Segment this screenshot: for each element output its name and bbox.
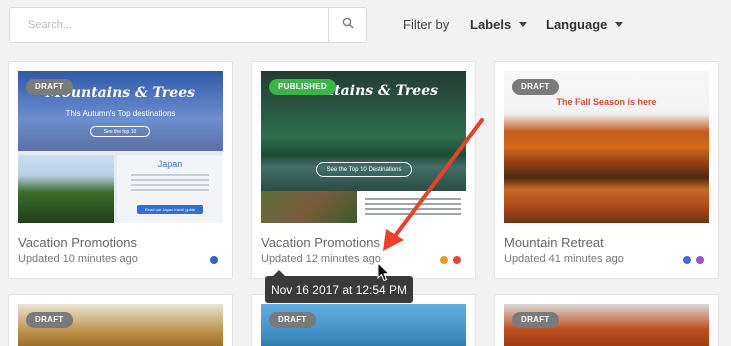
template-card[interactable]: DRAFT xyxy=(8,294,233,346)
chevron-down-icon xyxy=(615,22,624,27)
search-button[interactable] xyxy=(328,8,366,42)
chevron-down-icon xyxy=(519,22,528,27)
tooltip-text: Nov 16 2017 at 12:54 PM xyxy=(270,282,408,297)
label-dots xyxy=(210,256,218,264)
thumbnail-subheading: This Autumn's Top destinations xyxy=(65,109,176,118)
mouse-cursor-icon xyxy=(377,262,391,282)
cabin-image xyxy=(261,191,357,223)
language-dropdown-label: Language xyxy=(546,17,608,32)
card-updated: Updated 10 minutes ago xyxy=(18,253,138,265)
label-dot xyxy=(440,256,448,264)
template-thumbnail: DRAFT xyxy=(261,304,466,346)
japan-heading: Japan xyxy=(157,159,183,169)
template-card[interactable]: DRAFT The Fall Season is here Mountain R… xyxy=(494,61,719,279)
template-thumbnail: PUBLISHED Mountains & Trees See the Top … xyxy=(261,71,466,223)
labels-dropdown[interactable]: Labels xyxy=(470,17,528,32)
status-badge: DRAFT xyxy=(512,79,559,95)
pagoda-image xyxy=(18,155,114,223)
label-dots xyxy=(683,256,704,264)
template-thumbnail: DRAFT xyxy=(504,304,709,346)
template-card[interactable]: DRAFT xyxy=(494,294,719,346)
search-box xyxy=(9,7,367,43)
thumbnail-button: See the top 10 xyxy=(90,126,150,137)
labels-dropdown-label: Labels xyxy=(470,17,512,32)
search-input[interactable] xyxy=(10,8,328,42)
thumbnail-heading: The Fall Season is here xyxy=(556,97,657,107)
label-dots xyxy=(440,256,461,264)
filter-label: Filter by xyxy=(403,17,450,32)
japan-button: Read our Japan travel guide xyxy=(137,205,203,214)
template-thumbnail: DRAFT The Fall Season is here xyxy=(504,71,709,223)
card-title: Vacation Promotions xyxy=(261,235,380,250)
status-badge: DRAFT xyxy=(269,312,316,328)
template-thumbnail: DRAFT Mountains & Trees This Autumn's To… xyxy=(18,71,223,223)
language-dropdown[interactable]: Language xyxy=(546,17,624,32)
template-card[interactable]: PUBLISHED Mountains & Trees See the Top … xyxy=(251,61,476,279)
card-title: Vacation Promotions xyxy=(18,235,137,250)
label-dot xyxy=(453,256,461,264)
thumbnail-button: See the Top 10 Destinations xyxy=(316,162,412,177)
japan-panel: Japan Read our Japan travel guide xyxy=(117,155,223,223)
status-badge: DRAFT xyxy=(26,79,73,95)
search-icon xyxy=(342,16,354,34)
status-badge: DRAFT xyxy=(26,312,73,328)
label-dot xyxy=(696,256,704,264)
template-card[interactable]: DRAFT Mountains & Trees This Autumn's To… xyxy=(8,61,233,279)
card-title: Mountain Retreat xyxy=(504,235,604,250)
thumbnail-footer xyxy=(261,191,466,223)
status-badge: DRAFT xyxy=(512,312,559,328)
label-dot xyxy=(683,256,691,264)
card-updated[interactable]: Updated 12 minutes ago xyxy=(261,253,381,265)
card-updated: Updated 41 minutes ago xyxy=(504,253,624,265)
template-thumbnail: DRAFT xyxy=(18,304,223,346)
label-dot xyxy=(210,256,218,264)
text-lines xyxy=(365,195,461,218)
status-badge: PUBLISHED xyxy=(269,79,336,95)
